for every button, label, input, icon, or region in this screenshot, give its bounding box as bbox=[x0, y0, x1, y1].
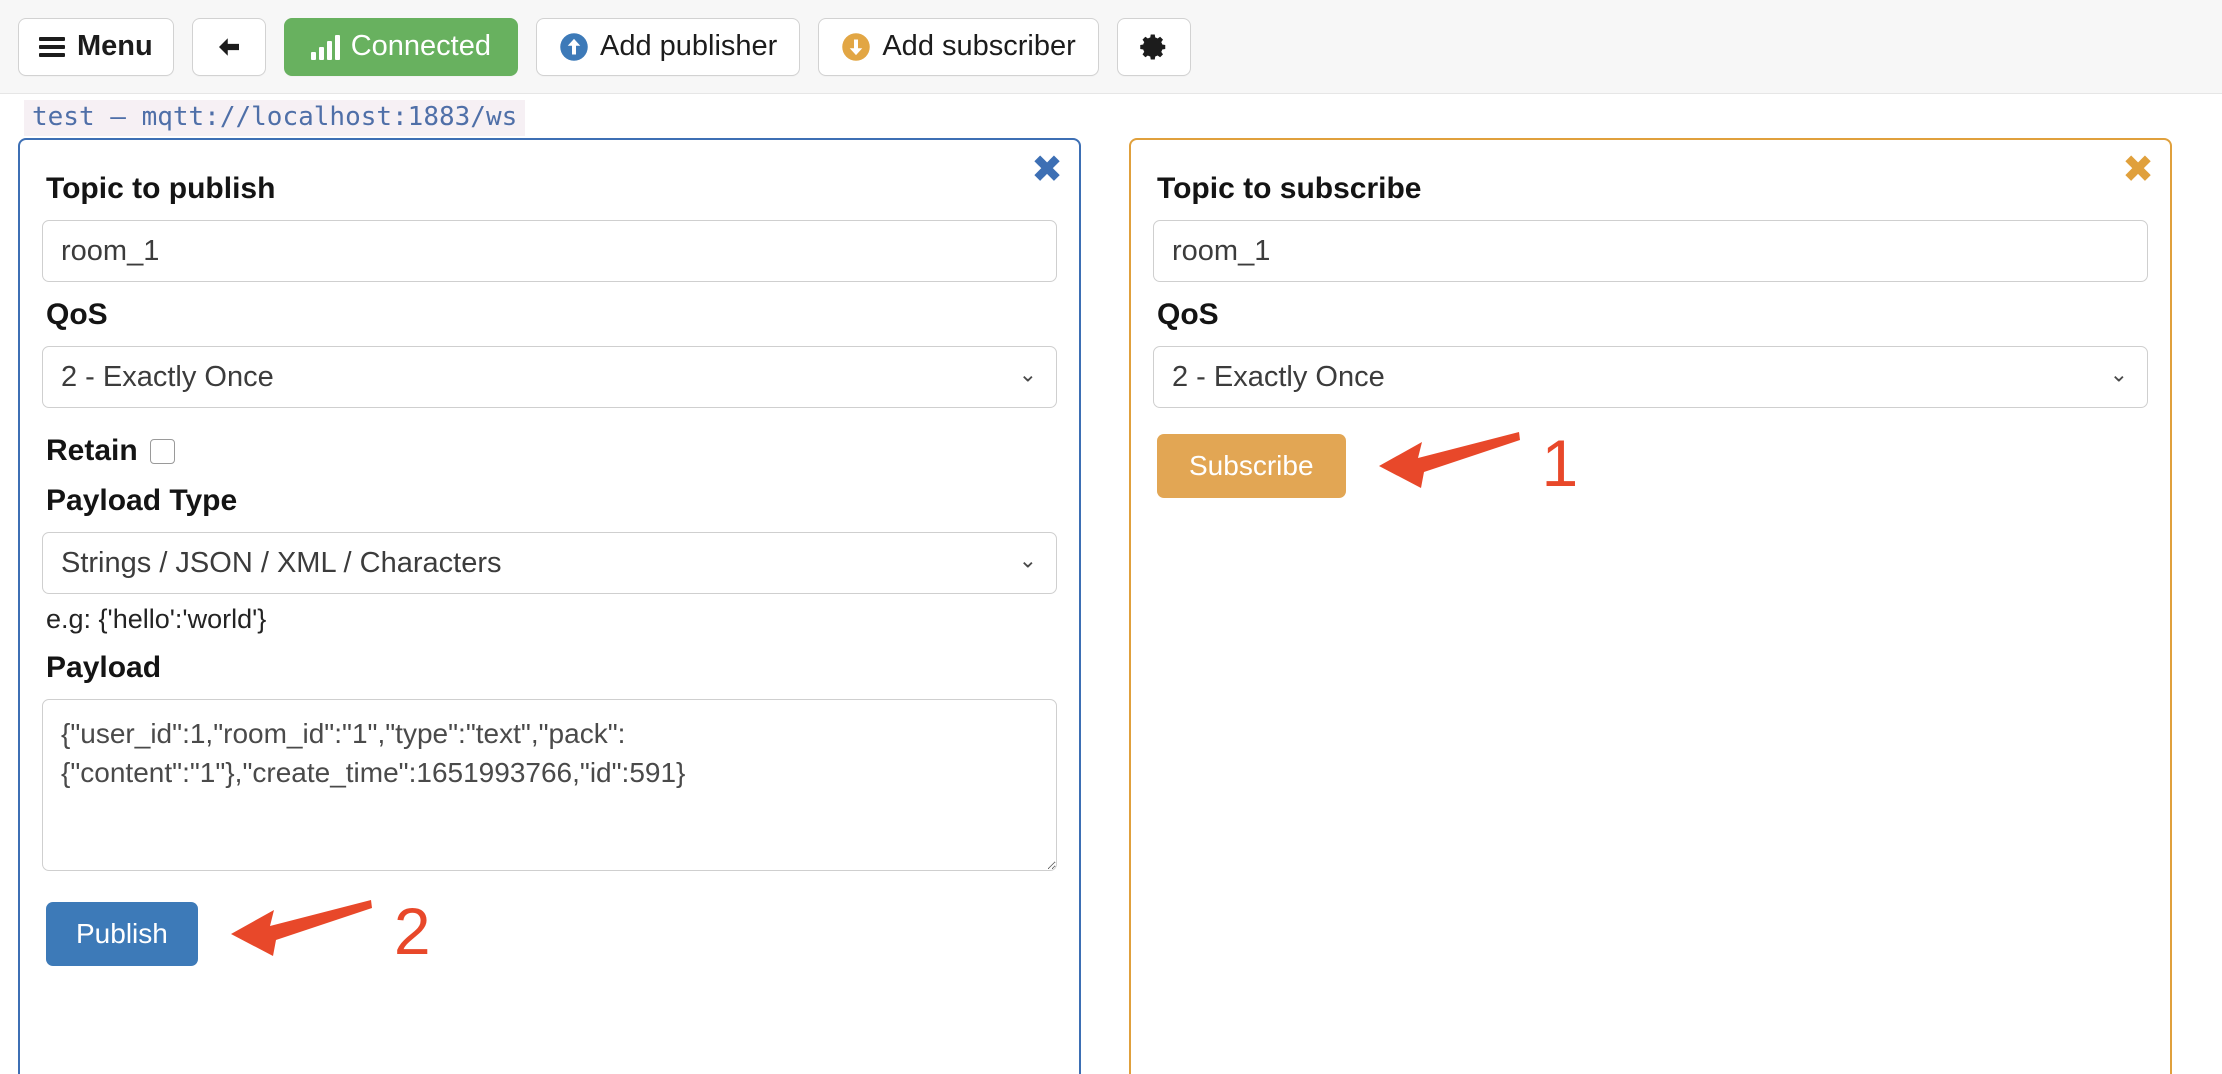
toolbar: Menu Connected Add publisher Add subscri… bbox=[0, 0, 2222, 94]
publisher-qos-select-wrapper: 2 - Exactly Once ⌄ bbox=[42, 346, 1057, 408]
connection-string: test – mqtt://localhost:1883/ws bbox=[24, 100, 526, 136]
subscriber-qos-label: QoS bbox=[1157, 298, 1219, 331]
publisher-payload-type-select[interactable]: Strings / JSON / XML / Characters bbox=[42, 532, 1057, 594]
subscriber-topic-input[interactable] bbox=[1153, 220, 2148, 282]
add-publisher-label: Add publisher bbox=[600, 30, 778, 62]
subscriber-annotation: 1 bbox=[1374, 426, 1579, 500]
publisher-topic-label: Topic to publish bbox=[46, 172, 276, 205]
publisher-retain-row: Retain bbox=[46, 434, 1057, 468]
back-button[interactable] bbox=[191, 17, 266, 76]
arrow-left-icon bbox=[218, 37, 239, 56]
publisher-payload-type-label: Payload Type bbox=[46, 484, 238, 517]
arrow-up-circle-icon bbox=[560, 32, 588, 61]
subscribe-button[interactable]: Subscribe bbox=[1157, 434, 1346, 498]
arrow-left-annotation-icon bbox=[1378, 432, 1520, 488]
gear-icon bbox=[1140, 34, 1166, 59]
subscriber-panel: ✖ Topic to subscribe QoS 2 - Exactly Onc… bbox=[1129, 138, 2172, 1074]
hamburger-icon bbox=[39, 36, 65, 57]
add-subscriber-label: Add subscriber bbox=[882, 30, 1076, 62]
panels-container: ✖ Topic to publish QoS 2 - Exactly Once … bbox=[0, 138, 2222, 1074]
subscriber-action-row: Subscribe 1 bbox=[1153, 408, 2148, 498]
publisher-retain-checkbox[interactable] bbox=[149, 438, 175, 464]
publisher-payload-type-select-wrapper: Strings / JSON / XML / Characters ⌄ bbox=[42, 532, 1057, 594]
add-subscriber-button[interactable]: Add subscriber bbox=[818, 17, 1099, 76]
menu-button[interactable]: Menu bbox=[18, 17, 174, 76]
publisher-action-row: Publish 2 bbox=[42, 876, 1057, 966]
subscriber-qos-select-wrapper: 2 - Exactly Once ⌄ bbox=[1153, 346, 2148, 408]
publisher-payload-label: Payload bbox=[46, 651, 162, 684]
publisher-payload-type-hint: e.g: {'hello':'world'} bbox=[46, 604, 267, 634]
publish-button[interactable]: Publish bbox=[46, 902, 198, 966]
publisher-payload-textarea[interactable]: {"user_id":1,"room_id":"1","type":"text"… bbox=[42, 699, 1057, 871]
connection-bar: test – mqtt://localhost:1883/ws bbox=[0, 94, 2222, 138]
publisher-annotation-number: 2 bbox=[393, 894, 431, 968]
publisher-panel: ✖ Topic to publish QoS 2 - Exactly Once … bbox=[18, 138, 1081, 1074]
subscriber-close-icon[interactable]: ✖ bbox=[2122, 150, 2154, 188]
publisher-retain-label: Retain bbox=[46, 434, 138, 467]
publisher-annotation: 2 bbox=[226, 896, 431, 966]
settings-button[interactable] bbox=[1116, 17, 1191, 76]
arrow-left-annotation-icon bbox=[230, 900, 372, 956]
subscriber-qos-select[interactable]: 2 - Exactly Once bbox=[1153, 346, 2148, 408]
connection-status-label: Connected bbox=[350, 30, 491, 62]
subscriber-annotation-number: 1 bbox=[1541, 426, 1579, 500]
add-publisher-button[interactable]: Add publisher bbox=[536, 17, 801, 76]
signal-bars-icon bbox=[310, 34, 340, 60]
subscriber-topic-label: Topic to subscribe bbox=[1157, 172, 1422, 205]
connection-status-button[interactable]: Connected bbox=[283, 17, 518, 76]
publisher-close-icon[interactable]: ✖ bbox=[1031, 150, 1063, 188]
menu-button-label: Menu bbox=[77, 30, 153, 62]
publisher-qos-label: QoS bbox=[46, 298, 108, 331]
publisher-topic-input[interactable] bbox=[42, 220, 1057, 282]
arrow-down-circle-icon bbox=[842, 32, 871, 61]
publisher-qos-select[interactable]: 2 - Exactly Once bbox=[42, 346, 1057, 408]
